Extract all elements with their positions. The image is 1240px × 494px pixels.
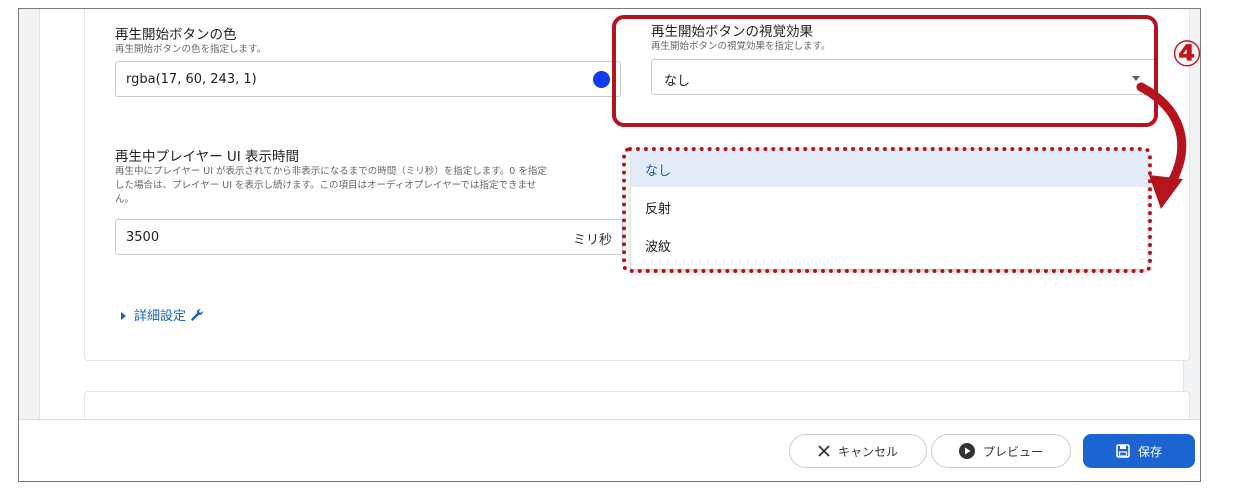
play-button-color-input[interactable]: rgba(17, 60, 243, 1): [115, 61, 621, 97]
close-icon: [818, 445, 830, 457]
color-swatch[interactable]: [593, 71, 610, 88]
save-label: 保存: [1137, 444, 1162, 459]
cancel-button[interactable]: キャンセル: [789, 434, 927, 468]
expand-triangle-icon: [121, 311, 126, 320]
description-line: した場合は、プレイヤー UI を表示し続けます。この項目はオーディオプレイヤーで…: [115, 180, 537, 191]
preview-label: プレビュー: [982, 444, 1043, 459]
description-line: 再生中にプレイヤー UI が表示されてから非表示になるまでの時間（ミリ秒）を指定…: [115, 166, 547, 177]
player-ui-display-time-description: 再生中にプレイヤー UI が表示されてから非表示になるまでの時間（ミリ秒）を指定…: [115, 165, 625, 207]
save-icon: [1116, 444, 1130, 458]
play-button-color-description: 再生開始ボタンの色を指定します。: [115, 44, 267, 55]
annotation-curved-arrow-icon: [1136, 82, 1187, 209]
footer-action-bar: キャンセル プレビュー 保存: [19, 419, 1200, 481]
preview-button[interactable]: プレビュー: [931, 434, 1071, 468]
player-ui-display-time-title: 再生中プレイヤー UI 表示時間: [115, 149, 300, 165]
player-ui-display-time-input[interactable]: 3500 ミリ秒: [115, 219, 623, 255]
player-ui-display-time-value: 3500: [126, 230, 160, 245]
annotation-highlight-box: [612, 15, 1158, 127]
play-button-color-value: rgba(17, 60, 243, 1): [126, 72, 257, 87]
description-line: ん。: [115, 194, 135, 205]
advanced-settings-toggle[interactable]: 詳細設定: [121, 305, 204, 324]
step-number-badge: ④: [1171, 34, 1201, 75]
wrench-icon: [191, 309, 203, 321]
unit-label: ミリ秒: [572, 233, 612, 248]
cancel-label: キャンセル: [837, 444, 898, 459]
save-button[interactable]: 保存: [1083, 434, 1195, 468]
app-window: 再生開始ボタンの色 再生開始ボタンの色を指定します。 rgba(17, 60, …: [18, 8, 1201, 482]
advanced-settings-label: 詳細設定: [134, 309, 187, 324]
play-button-color-title: 再生開始ボタンの色: [115, 27, 237, 43]
annotation-dotted-box: [622, 147, 1152, 273]
play-circle-icon: [958, 443, 975, 459]
